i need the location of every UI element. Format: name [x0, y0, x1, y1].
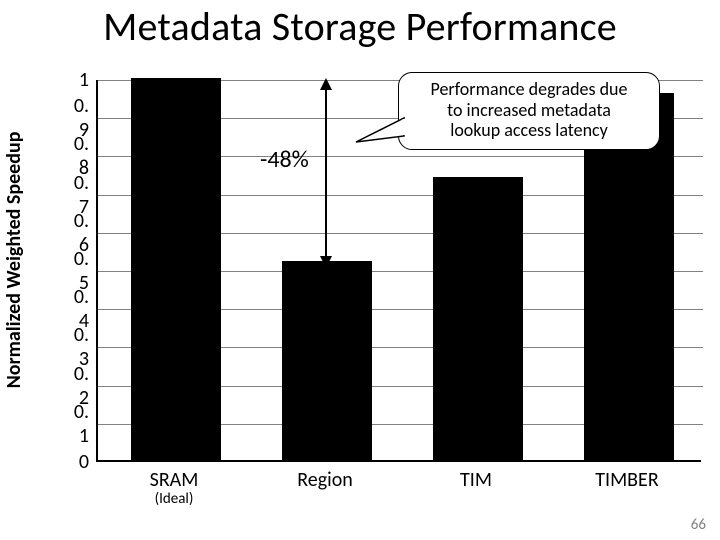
y-tick: 0. 1 — [74, 400, 89, 448]
slide: Metadata Storage Performance Normalized … — [0, 0, 720, 540]
x-category-tim: TIM — [401, 468, 551, 492]
arrow-up-icon — [320, 78, 332, 90]
x-category-label: Region — [297, 468, 353, 492]
x-category-label: TIMBER — [595, 468, 658, 492]
x-category-region: Region — [250, 468, 400, 492]
callout-text: Performance degrades due to increased me… — [413, 79, 645, 141]
bar-sram — [131, 78, 221, 460]
delta-arrow-line — [325, 88, 327, 258]
x-category-sub: (Ideal) — [99, 490, 249, 508]
callout-tail-icon — [356, 118, 404, 150]
x-category-timber: TIMBER — [552, 468, 702, 492]
arrow-down-icon — [320, 256, 332, 268]
y-tick: 1 — [79, 68, 89, 92]
page-number: 66 — [691, 516, 706, 534]
bar-tim — [433, 177, 523, 460]
x-category-sram: SRAM (Ideal) — [99, 468, 249, 508]
callout-bubble: Performance degrades due to increased me… — [398, 72, 660, 150]
delta-annotation: -48% — [260, 145, 309, 174]
page-title: Metadata Storage Performance — [0, 2, 720, 51]
y-tick: 0 — [79, 450, 89, 474]
bar-region — [282, 261, 372, 460]
chart: 1 0. 9 0. 8 0. 7 0. 6 0. 5 0. 4 0. 3 0. … — [96, 80, 701, 462]
x-category-label: TIM — [460, 468, 492, 492]
x-category-label: SRAM — [150, 468, 199, 492]
y-axis-label: Normalized Weighted Speedup — [2, 132, 26, 389]
